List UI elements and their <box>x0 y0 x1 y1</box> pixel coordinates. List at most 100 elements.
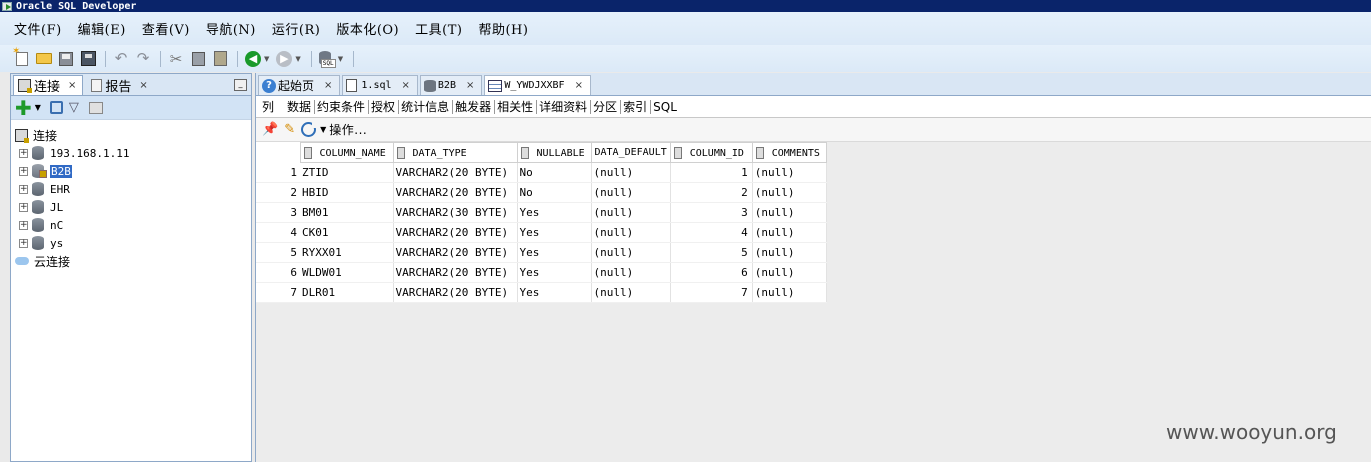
cell-nullable[interactable]: Yes <box>517 282 592 303</box>
subtab-details[interactable]: 详细资料 <box>537 99 592 114</box>
cell-comments[interactable]: (null) <box>752 242 827 263</box>
cell-column-id[interactable]: 6 <box>670 262 753 283</box>
tab-1-sql[interactable]: 1.sql × <box>342 75 418 95</box>
copy-button[interactable] <box>189 50 207 68</box>
cell-nullable[interactable]: Yes <box>517 202 592 223</box>
menu-tools[interactable]: 工具(T) <box>415 19 462 38</box>
edit-icon[interactable]: ✎ <box>284 122 295 137</box>
tab-b2b[interactable]: B2B × <box>419 75 483 95</box>
column-header-data-type[interactable]: DATA_TYPE <box>392 142 518 163</box>
close-icon[interactable]: × <box>324 80 332 91</box>
new-button[interactable] <box>12 46 31 68</box>
subtab-columns[interactable]: 列 <box>260 100 277 114</box>
cell-nullable[interactable]: No <box>517 162 592 183</box>
table-row[interactable]: 1 ZTID VARCHAR2(20 BYTE) No (null) 1 (nu… <box>256 162 827 183</box>
close-icon[interactable]: × <box>139 80 147 91</box>
sql-worksheet-button[interactable]: SQL <box>318 50 336 68</box>
tab-start-page[interactable]: ? 起始页 × <box>258 75 341 95</box>
menu-navigate[interactable]: 导航(N) <box>206 19 256 38</box>
tab-reports[interactable]: 报告 × <box>87 75 153 95</box>
menu-help[interactable]: 帮助(H) <box>478 19 528 38</box>
cell-data-type[interactable]: VARCHAR2(20 BYTE) <box>393 182 518 203</box>
cell-comments[interactable]: (null) <box>752 282 827 303</box>
tree-node-nc[interactable]: + nC <box>15 216 251 234</box>
undo-button[interactable]: ↶ <box>112 50 130 68</box>
open-button[interactable] <box>35 50 53 68</box>
expand-icon[interactable]: + <box>19 220 28 230</box>
cell-column-name[interactable]: CK01 <box>300 222 394 243</box>
cell-nullable[interactable]: Yes <box>517 262 592 283</box>
tree-node-ehr[interactable]: + EHR <box>15 180 251 198</box>
cell-column-id[interactable]: 1 <box>670 162 753 183</box>
subtab-constraints[interactable]: 约束条件 <box>315 99 370 114</box>
menu-edit[interactable]: 编辑(E) <box>78 19 126 38</box>
cell-data-default[interactable]: (null) <box>591 282 671 303</box>
close-icon[interactable]: × <box>68 80 76 91</box>
column-header-column-id[interactable]: COLUMN_ID <box>669 142 753 163</box>
refresh-icon[interactable] <box>301 122 318 137</box>
cell-data-default[interactable]: (null) <box>591 222 671 243</box>
redo-button[interactable]: ↷ <box>134 50 152 68</box>
add-dropdown-icon[interactable]: ▼ <box>35 103 41 112</box>
tree-node-b2b[interactable]: + B2B <box>15 162 251 180</box>
schema-browser-icon[interactable] <box>88 101 103 114</box>
cell-column-name[interactable]: HBID <box>300 182 394 203</box>
cell-column-name[interactable]: ZTID <box>300 162 394 183</box>
back-button[interactable]: ◀ <box>244 50 262 68</box>
pin-icon[interactable]: 📌 <box>262 122 278 137</box>
cell-data-default[interactable]: (null) <box>591 202 671 223</box>
cell-data-type[interactable]: VARCHAR2(20 BYTE) <box>393 222 518 243</box>
cell-column-name[interactable]: WLDW01 <box>300 262 394 283</box>
tree-node-jl[interactable]: + JL <box>15 198 251 216</box>
cell-comments[interactable]: (null) <box>752 182 827 203</box>
cell-data-default[interactable]: (null) <box>591 242 671 263</box>
minimize-button[interactable]: _ <box>234 79 247 91</box>
forward-button[interactable]: ▶ <box>275 50 293 68</box>
close-icon[interactable]: × <box>466 80 474 91</box>
cell-column-name[interactable]: DLR01 <box>300 282 394 303</box>
subtab-partitions[interactable]: 分区 <box>591 99 622 114</box>
subtab-statistics[interactable]: 统计信息 <box>399 99 454 114</box>
cell-nullable[interactable]: No <box>517 182 592 203</box>
cell-data-default[interactable]: (null) <box>591 162 671 183</box>
expand-icon[interactable]: + <box>19 202 28 212</box>
column-header-column-name[interactable]: COLUMN_NAME <box>299 142 394 163</box>
subtab-indexes[interactable]: 索引 <box>621 99 652 114</box>
expand-icon[interactable]: + <box>19 166 28 176</box>
cell-comments[interactable]: (null) <box>752 262 827 283</box>
cell-data-type[interactable]: VARCHAR2(20 BYTE) <box>393 242 518 263</box>
cell-column-name[interactable]: RYXX01 <box>300 242 394 263</box>
menu-run[interactable]: 运行(R) <box>272 19 320 38</box>
cell-column-id[interactable]: 4 <box>670 222 753 243</box>
tab-connections[interactable]: 连接 × <box>13 75 84 95</box>
cell-comments[interactable]: (null) <box>752 162 827 183</box>
expand-icon[interactable]: + <box>19 184 28 194</box>
cell-column-id[interactable]: 7 <box>670 282 753 303</box>
save-all-button[interactable] <box>79 50 97 68</box>
cell-column-id[interactable]: 2 <box>670 182 753 203</box>
tree-node-193-168-1-11[interactable]: + 193.168.1.11 <box>15 144 251 162</box>
cell-comments[interactable]: (null) <box>752 222 827 243</box>
column-header-nullable[interactable]: NULLABLE <box>516 142 592 163</box>
cell-column-id[interactable]: 3 <box>670 202 753 223</box>
menu-view[interactable]: 查看(V) <box>142 19 190 38</box>
tree-node-cloud[interactable]: 云连接 <box>15 252 251 270</box>
subtab-data[interactable]: 数据 <box>285 99 316 114</box>
subtab-triggers[interactable]: 触发器 <box>453 99 496 114</box>
add-connection-icon[interactable]: ✚ <box>15 98 32 118</box>
cell-data-type[interactable]: VARCHAR2(30 BYTE) <box>393 202 518 223</box>
cell-data-type[interactable]: VARCHAR2(20 BYTE) <box>393 282 518 303</box>
subtab-dependencies[interactable]: 相关性 <box>495 99 538 114</box>
cell-nullable[interactable]: Yes <box>517 222 592 243</box>
cell-column-id[interactable]: 5 <box>670 242 753 263</box>
close-icon[interactable]: × <box>402 80 410 91</box>
forward-dropdown-icon[interactable]: ▼ <box>295 55 300 63</box>
refresh-icon[interactable] <box>49 101 63 114</box>
column-header-comments[interactable]: COMMENTS <box>751 142 827 163</box>
cell-data-default[interactable]: (null) <box>591 262 671 283</box>
cell-data-type[interactable]: VARCHAR2(20 BYTE) <box>393 162 518 183</box>
column-header-data-default[interactable]: DATA_DEFAULT <box>590 142 671 163</box>
sql-worksheet-dropdown-icon[interactable]: ▼ <box>338 55 343 63</box>
filter-icon[interactable]: ▽ <box>69 100 79 115</box>
table-row[interactable]: 6 WLDW01 VARCHAR2(20 BYTE) Yes (null) 6 … <box>256 262 827 283</box>
